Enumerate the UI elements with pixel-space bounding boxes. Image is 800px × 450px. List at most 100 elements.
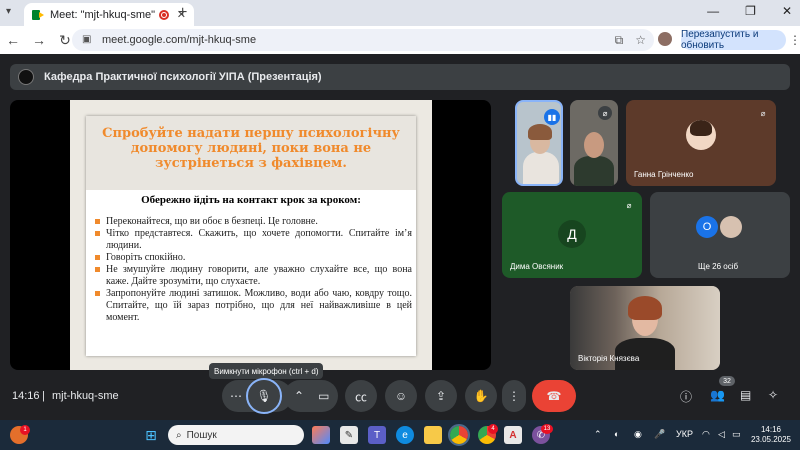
chrome-badge: 4 xyxy=(488,424,498,434)
tray-chevron-icon[interactable]: ⌃ xyxy=(594,429,602,440)
tray-mic-icon[interactable]: 🎤 xyxy=(654,429,665,440)
participant-tile-dima[interactable]: Д ⌀ Дима Овсяник xyxy=(502,192,642,278)
camera-icon[interactable]: ▭ xyxy=(318,389,329,403)
participant-tile[interactable]: ⌀ xyxy=(570,100,618,186)
more-vert-icon: ⋮ xyxy=(508,389,520,403)
slide-content: Спробуйте надати першу психологічну допо… xyxy=(86,116,416,356)
mic-off-icon: ⌀ xyxy=(760,108,766,118)
participant-tile-speaking[interactable]: ▮▮ xyxy=(515,100,563,186)
profile-avatar[interactable] xyxy=(658,32,672,46)
activities-icon[interactable]: ✧ xyxy=(768,388,778,402)
chrome-icon-active[interactable] xyxy=(448,424,470,446)
forward-arrow-icon[interactable]: → xyxy=(26,32,52,48)
other-participant-photo xyxy=(720,216,742,238)
search-icon: ⌕ xyxy=(176,429,182,441)
back-arrow-icon[interactable]: ← xyxy=(0,32,26,48)
address-bar[interactable]: ▣ meet.google.com/mjt-hkuq-sme ⧉ ☆ xyxy=(72,29,654,51)
microphone-icon: 🎙 xyxy=(256,389,272,403)
system-clock[interactable]: 14:16 23.05.2025 xyxy=(748,425,794,445)
volume-icon[interactable]: ◁ xyxy=(718,429,725,440)
more-participants-tile[interactable]: О Ще 26 осіб xyxy=(650,192,790,278)
participant-video xyxy=(523,152,559,184)
presentation-header: Кафедра Практичної психології УІПА (През… xyxy=(10,64,790,90)
reactions-button[interactable]: ☺ xyxy=(385,380,417,412)
restore-icon[interactable]: ❐ xyxy=(745,4,756,18)
leave-call-button[interactable]: ☎ xyxy=(532,380,576,412)
slide-bullet: Говоріть спокійно. xyxy=(94,252,412,264)
site-info-icon[interactable]: ▣ xyxy=(82,34,94,46)
file-explorer-icon[interactable] xyxy=(424,426,442,444)
slide-heading: Спробуйте надати першу психологічну допо… xyxy=(102,126,400,171)
mic-off-icon: ⌀ xyxy=(626,200,632,210)
raise-hand-button[interactable]: ✋ xyxy=(465,380,497,412)
mic-tooltip: Вимкнути мікрофон (ctrl + d) xyxy=(209,363,324,379)
teams-icon[interactable]: T xyxy=(368,426,386,444)
meeting-info-icon[interactable]: ⓘ xyxy=(680,388,692,405)
window-controls: — ❐ ✕ xyxy=(707,4,792,18)
participant-face xyxy=(584,132,604,158)
snipping-tool-icon[interactable]: ✎ xyxy=(340,426,358,444)
windows-taskbar: 1 ⊞ ⌕ Пошук ✎ T e 4 A ✆ 13 ⌃ ◐ ◉ 🎤 УКР ◠… xyxy=(0,420,800,450)
slide: Спробуйте надати першу психологічну допо… xyxy=(70,100,432,370)
copilot-icon[interactable] xyxy=(312,426,330,444)
participant-name: Ганна Грінченко xyxy=(634,170,694,179)
slide-bullet: Чітко представтеся. Скажить, що хочете д… xyxy=(94,228,412,252)
browser-menu-icon[interactable]: ⋮ xyxy=(789,33,800,47)
tray-app-icon[interactable]: ◐ xyxy=(614,429,619,439)
wifi-icon[interactable]: ◠ xyxy=(702,429,710,440)
translate-icon[interactable]: ⧉ xyxy=(615,33,624,48)
chat-icon[interactable]: ▤ xyxy=(740,388,751,402)
slide-bullet-list: Переконайтеся, що ви обоє в безпеці. Це … xyxy=(94,216,412,324)
battery-icon[interactable]: ▭ xyxy=(732,429,741,440)
dima-avatar: Д xyxy=(558,220,586,248)
captions-button[interactable]: ㏄ xyxy=(345,380,377,412)
participant-name: Вікторія Князєва xyxy=(578,354,640,363)
participants-count-badge: 32 xyxy=(719,376,735,386)
ganna-avatar xyxy=(686,120,716,150)
participant-name: Дима Овсяник xyxy=(510,262,564,271)
presenter-logo xyxy=(18,69,34,85)
meeting-clock: 14:16 xyxy=(12,390,40,402)
browser-toolbar: ← → ↻ ▣ meet.google.com/mjt-hkuq-sme ⧉ ☆ xyxy=(0,26,800,54)
mic-button[interactable]: 🎙 xyxy=(246,378,282,414)
audio-options-icon[interactable]: ⋯ xyxy=(230,389,242,403)
people-icon[interactable]: 👥 xyxy=(710,388,725,402)
taskbar-search[interactable]: ⌕ Пошук xyxy=(168,425,304,445)
camera-control-group: ⌃ ▭ xyxy=(284,380,338,412)
tray-camera-icon[interactable]: ◉ xyxy=(634,429,642,440)
participant-video xyxy=(574,156,614,186)
edge-icon[interactable]: e xyxy=(396,426,414,444)
start-windows-icon[interactable]: ⊞ xyxy=(142,426,160,444)
minimize-icon[interactable]: — xyxy=(707,4,719,18)
close-window-icon[interactable]: ✕ xyxy=(782,4,792,18)
new-tab-button[interactable]: + xyxy=(178,4,187,22)
tab-search-icon[interactable]: ▾ xyxy=(6,6,11,17)
more-participants-label: Ще 26 осіб xyxy=(698,262,739,271)
present-button[interactable]: ⇪ xyxy=(425,380,457,412)
browser-tab-meet[interactable]: Meet: "mjt-hkuq-sme" ✕ xyxy=(24,3,194,26)
clock-date: 23.05.2025 xyxy=(750,435,792,444)
bookmark-star-icon[interactable]: ☆ xyxy=(635,33,646,48)
present-screen-icon: ⇪ xyxy=(435,389,447,403)
acrobat-icon[interactable]: A xyxy=(504,426,522,444)
emoji-icon: ☺ xyxy=(394,389,408,403)
other-participant-avatar: О xyxy=(696,216,718,238)
more-options-button[interactable]: ⋮ xyxy=(502,380,526,412)
slide-bullet: Переконайтеся, що ви обоє в безпеці. Це … xyxy=(94,216,412,228)
speaking-indicator-icon: ▮▮ xyxy=(544,109,560,125)
google-meet-icon xyxy=(32,9,44,20)
slide-bullet: Не змушуйте людину говорити, але уважно … xyxy=(94,264,412,288)
video-options-icon[interactable]: ⌃ xyxy=(294,389,304,403)
meeting-code: mjt-hkuq-sme xyxy=(52,390,119,402)
slide-subheading: Обережно йдіть на контакт крок за кроком… xyxy=(141,194,361,206)
presentation-tile[interactable]: Спробуйте надати першу психологічну допо… xyxy=(10,100,491,370)
participant-tile-ganna[interactable]: ⌀ Ганна Грінченко xyxy=(626,100,776,186)
keyboard-language[interactable]: УКР xyxy=(676,429,693,439)
meet-stage: Кафедра Практичної психології УІПА (През… xyxy=(0,54,800,420)
search-placeholder: Пошук xyxy=(186,429,217,441)
relaunch-update-button[interactable]: Перезапустить и обновить xyxy=(681,29,786,51)
participant-hair xyxy=(528,124,552,140)
participant-tile-viktoriia[interactable]: Вікторія Князєва xyxy=(570,286,720,370)
recording-indicator-icon xyxy=(158,9,169,20)
viber-badge: 13 xyxy=(541,424,553,434)
